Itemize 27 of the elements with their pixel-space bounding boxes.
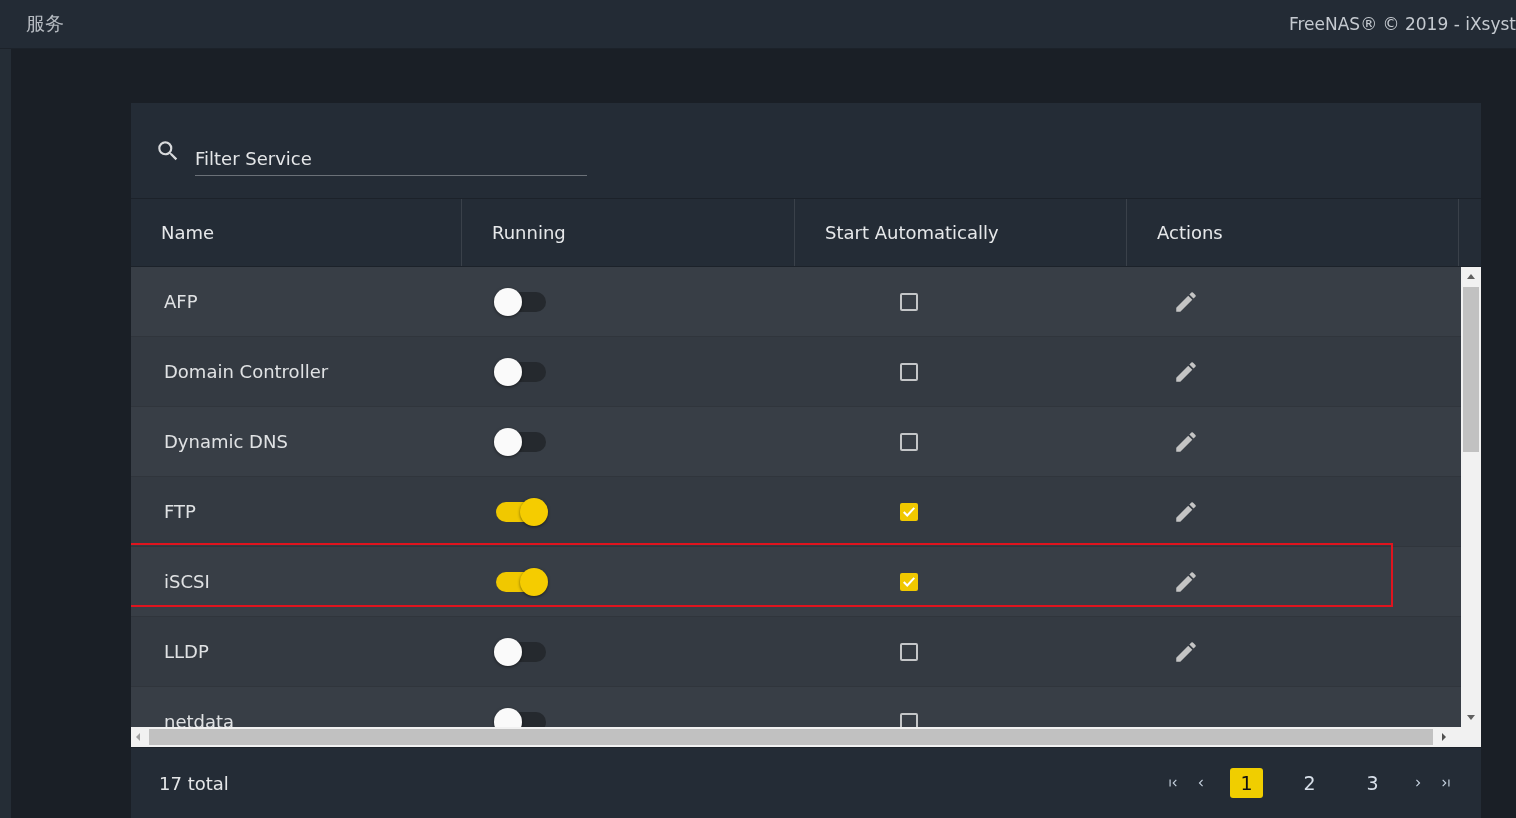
page-button[interactable]: 2 <box>1293 768 1326 798</box>
checkbox[interactable] <box>900 362 918 381</box>
service-name: LLDP <box>163 641 210 662</box>
column-header: Running <box>462 199 795 266</box>
page-button[interactable]: 1 <box>1230 768 1263 798</box>
search-field[interactable]: Filter Service <box>195 135 587 176</box>
scroll-up-icon[interactable] <box>1466 273 1476 281</box>
service-name: iSCSI <box>163 571 211 592</box>
copyright-text: FreeNAS® © 2019 - iXsyst <box>1288 14 1516 34</box>
checkbox[interactable] <box>900 292 918 311</box>
service-name: Domain Controller <box>163 361 330 382</box>
vertical-scrollbar[interactable] <box>1461 267 1481 727</box>
column-header: Actions <box>1127 199 1459 266</box>
checkbox[interactable] <box>900 572 918 591</box>
service-name: Dynamic DNS <box>163 431 289 452</box>
page-button[interactable]: 3 <box>1356 768 1389 798</box>
service-name: FTP <box>163 501 197 522</box>
scroll-down-icon[interactable] <box>1466 713 1476 721</box>
checkbox[interactable] <box>900 642 918 661</box>
page-title: 服务 <box>26 11 64 36</box>
checkbox[interactable] <box>900 502 918 521</box>
total-count: 17 total <box>159 772 229 794</box>
service-name: AFP <box>163 291 199 312</box>
column-header: Start Automatically <box>795 199 1127 266</box>
column-header: Name <box>131 199 462 266</box>
toggle-switch[interactable] <box>496 711 546 727</box>
checkbox[interactable] <box>900 432 918 451</box>
